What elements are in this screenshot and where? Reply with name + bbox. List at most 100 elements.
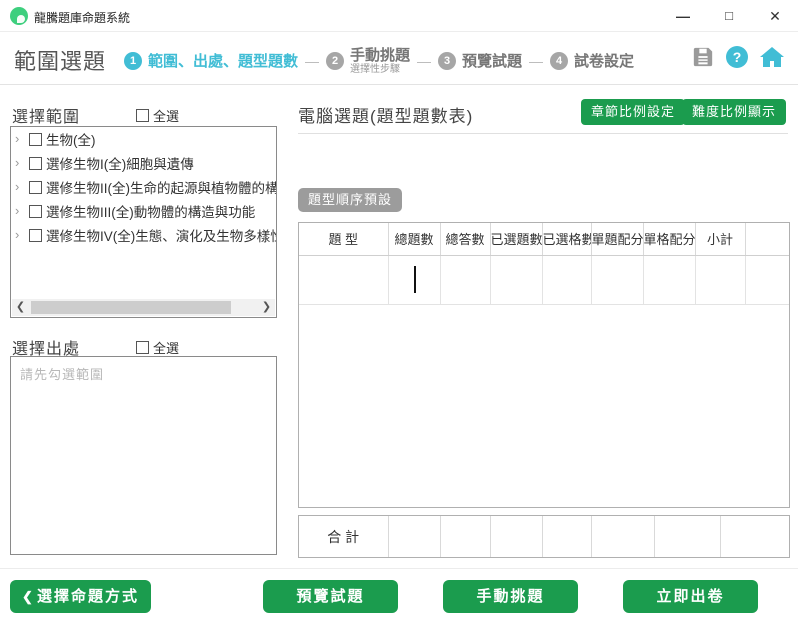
step-2-label: 手動挑題 bbox=[350, 46, 411, 64]
expand-chevron-icon[interactable]: › bbox=[15, 175, 28, 199]
tree-item-elective-bio-2[interactable]: › 選修生物II(全)生命的起源與植物體的構造 bbox=[11, 175, 276, 199]
question-type-table: 題 型 總題數 總答數 已選題數 已選格數 單題配分 單格配分 小計 bbox=[298, 222, 790, 508]
step-4-number: 4 bbox=[550, 52, 569, 70]
col-points-per-question: 單題配分 bbox=[591, 223, 644, 256]
page-title: 範圍選題 bbox=[14, 49, 107, 74]
expand-chevron-icon[interactable]: › bbox=[15, 199, 28, 223]
tree-item-label[interactable]: 選修生物I(全)細胞與遺傳 bbox=[46, 153, 194, 173]
step-separator: — bbox=[529, 53, 544, 69]
text-cursor bbox=[414, 265, 416, 293]
footer-divider bbox=[0, 568, 798, 569]
tree-item-checkbox[interactable] bbox=[29, 180, 42, 194]
cell-subtotal[interactable] bbox=[695, 255, 746, 305]
range-select-all-checkbox[interactable] bbox=[136, 109, 149, 122]
scroll-right-icon[interactable]: ❯ bbox=[258, 299, 275, 316]
generate-paper-button[interactable]: 立即出卷 bbox=[623, 580, 758, 613]
select-range-title: 選擇範圍 bbox=[12, 109, 81, 126]
window-title: 龍騰題庫命題系統 bbox=[34, 11, 131, 25]
cell-total-answers[interactable] bbox=[440, 255, 491, 305]
horizontal-scrollbar[interactable]: ❮ ❯ bbox=[12, 299, 275, 316]
step-3-preview: 3 預覽試題 bbox=[438, 52, 522, 70]
tree-item-checkbox[interactable] bbox=[29, 228, 42, 242]
step-4-label: 試卷設定 bbox=[574, 52, 635, 70]
col-subtotal: 小計 bbox=[695, 223, 746, 256]
maximize-button[interactable]: □ bbox=[706, 0, 752, 32]
range-select-all[interactable]: 全選 bbox=[136, 106, 179, 125]
col-total-questions: 總題數 bbox=[388, 223, 441, 256]
tree-item-label[interactable]: 生物(全) bbox=[46, 129, 96, 149]
header-divider bbox=[0, 84, 798, 85]
difficulty-ratio-button[interactable]: 難度比例顯示 bbox=[681, 99, 786, 125]
save-icon[interactable] bbox=[692, 46, 714, 68]
source-select-all[interactable]: 全選 bbox=[136, 338, 179, 357]
close-button[interactable]: ✕ bbox=[752, 0, 798, 32]
step-indicator: 1 範圍、出處、題型題數 — 2 手動挑題 選擇性步驟 — 3 預覽試題 — 4… bbox=[124, 40, 634, 82]
step-2-number: 2 bbox=[326, 52, 345, 70]
source-select-all-checkbox[interactable] bbox=[136, 341, 149, 354]
totals-total-answers bbox=[440, 516, 491, 557]
tree-item-label[interactable]: 選修生物IV(全)生態、演化及生物多樣性 bbox=[46, 225, 276, 245]
totals-points-per-blank bbox=[654, 516, 721, 557]
col-selected-blanks: 已選格數 bbox=[542, 223, 592, 256]
totals-table: 合 計 bbox=[298, 515, 790, 558]
cell-question-type[interactable] bbox=[299, 255, 389, 305]
tree-item-elective-bio-1[interactable]: › 選修生物I(全)細胞與遺傳 bbox=[11, 151, 276, 175]
tree-item-checkbox[interactable] bbox=[29, 132, 42, 146]
title-bar: 龍騰題庫命題系統 — □ ✕ bbox=[0, 0, 798, 32]
cell-selected-questions[interactable] bbox=[490, 255, 543, 305]
expand-chevron-icon[interactable]: › bbox=[15, 127, 28, 151]
col-question-type: 題 型 bbox=[299, 223, 389, 256]
scrollbar-thumb[interactable] bbox=[31, 301, 231, 314]
type-order-default-button[interactable]: 題型順序預設 bbox=[298, 188, 403, 212]
minimize-button[interactable]: — bbox=[660, 0, 706, 32]
home-icon[interactable] bbox=[760, 46, 784, 68]
step-2-manual-pick: 2 手動挑題 選擇性步驟 bbox=[326, 47, 410, 76]
cell-selected-blanks[interactable] bbox=[542, 255, 592, 305]
step-1-range: 1 範圍、出處、題型題數 bbox=[124, 52, 298, 70]
range-tree[interactable]: › 生物(全) › 選修生物I(全)細胞與遺傳 › 選修生物II(全)生命的起源… bbox=[10, 126, 277, 318]
expand-chevron-icon[interactable]: › bbox=[15, 223, 28, 247]
table-row[interactable] bbox=[299, 255, 789, 305]
section-divider bbox=[298, 133, 788, 134]
range-select-all-label: 全選 bbox=[153, 109, 180, 124]
step-separator: — bbox=[417, 53, 432, 69]
totals-selected-questions bbox=[490, 516, 543, 557]
tree-item-elective-bio-3[interactable]: › 選修生物III(全)動物體的構造與功能 bbox=[11, 199, 276, 223]
manual-pick-button[interactable]: 手動挑題 bbox=[443, 580, 578, 613]
scrollbar-track[interactable] bbox=[29, 300, 258, 315]
totals-label: 合 計 bbox=[299, 516, 389, 557]
cell-points-per-blank[interactable] bbox=[643, 255, 696, 305]
chapter-ratio-button[interactable]: 章節比例設定 bbox=[580, 99, 685, 125]
source-list-box[interactable]: 請先勾選範圍 bbox=[10, 356, 277, 555]
tree-item-checkbox[interactable] bbox=[29, 204, 42, 218]
tree-item-biology-all[interactable]: › 生物(全) bbox=[11, 127, 276, 151]
back-button-label: 選擇命題方式 bbox=[36, 588, 139, 605]
step-separator: — bbox=[305, 53, 320, 69]
col-selected-questions: 已選題數 bbox=[490, 223, 543, 256]
tree-item-label[interactable]: 選修生物II(全)生命的起源與植物體的構造 bbox=[46, 177, 276, 197]
back-to-mode-button[interactable]: ❮ 選擇命題方式 bbox=[10, 580, 151, 613]
tree-item-checkbox[interactable] bbox=[29, 156, 42, 170]
scroll-left-icon[interactable]: ❮ bbox=[12, 299, 29, 316]
table-header-row: 題 型 總題數 總答數 已選題數 已選格數 單題配分 單格配分 小計 bbox=[299, 223, 789, 256]
totals-subtotal bbox=[720, 516, 789, 557]
tree-item-elective-bio-4[interactable]: › 選修生物IV(全)生態、演化及生物多樣性 bbox=[11, 223, 276, 247]
back-chevron-icon: ❮ bbox=[22, 589, 33, 604]
col-total-answers: 總答數 bbox=[440, 223, 491, 256]
col-points-per-blank: 單格配分 bbox=[643, 223, 696, 256]
totals-total-questions bbox=[388, 516, 441, 557]
cell-total-questions[interactable] bbox=[388, 255, 441, 305]
step-4-paper-settings: 4 試卷設定 bbox=[550, 52, 634, 70]
source-select-all-label: 全選 bbox=[153, 341, 180, 356]
cell-extra[interactable] bbox=[745, 255, 789, 305]
preview-questions-button[interactable]: 預覽試題 bbox=[263, 580, 398, 613]
computer-selection-title: 電腦選題(題型題數表) bbox=[298, 107, 474, 126]
cell-points-per-question[interactable] bbox=[591, 255, 644, 305]
step-3-label: 預覽試題 bbox=[462, 52, 523, 70]
totals-points-per-question bbox=[591, 516, 655, 557]
help-icon[interactable]: ? bbox=[726, 46, 748, 68]
step-1-label: 範圍、出處、題型題數 bbox=[148, 52, 299, 70]
tree-item-label[interactable]: 選修生物III(全)動物體的構造與功能 bbox=[46, 201, 255, 221]
source-placeholder: 請先勾選範圍 bbox=[20, 367, 105, 382]
expand-chevron-icon[interactable]: › bbox=[15, 151, 28, 175]
